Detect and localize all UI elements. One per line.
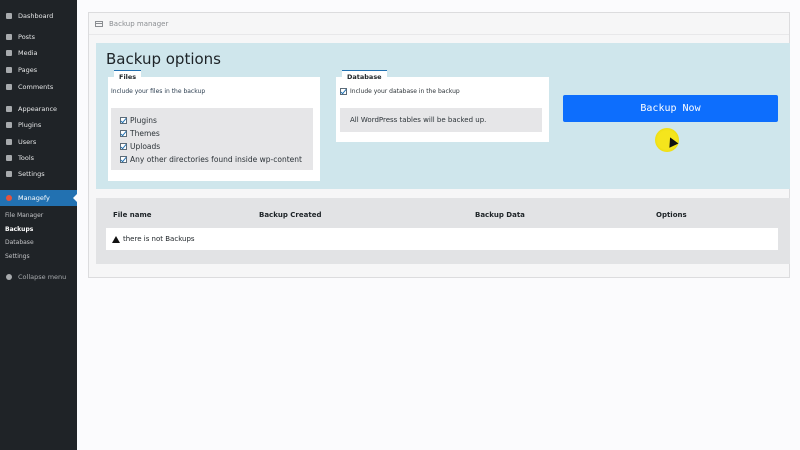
checkbox-label: Any other directories found inside wp-co…	[130, 155, 302, 164]
submenu-backups[interactable]: Backups	[5, 226, 33, 233]
pin-icon	[5, 33, 13, 41]
checkbox-label: Include your database in the backup	[350, 88, 460, 95]
empty-message: there is not Backups	[123, 235, 195, 243]
sidebar-item-media[interactable]: Media	[0, 45, 77, 61]
sidebar-item-dashboard[interactable]: Dashboard	[0, 8, 77, 24]
sidebar-item-label: Posts	[18, 33, 35, 41]
plugin-icon	[5, 121, 13, 129]
plugins-checkbox[interactable]: Plugins	[120, 116, 157, 125]
collapse-menu-label: Collapse menu	[18, 273, 67, 281]
other-directories-checkbox[interactable]: Any other directories found inside wp-co…	[120, 155, 302, 164]
checkbox-checked[interactable]	[120, 156, 127, 163]
admin-sidebar: Dashboard Posts Media Pages Comments App…	[0, 0, 77, 450]
checkbox-checked[interactable]	[340, 88, 347, 95]
managefy-icon	[5, 194, 13, 202]
column-header-backup-data: Backup Data	[475, 211, 525, 219]
backup-now-button[interactable]: Backup Now	[563, 95, 778, 122]
column-header-backup-created: Backup Created	[259, 211, 322, 219]
comments-icon	[5, 83, 13, 91]
database-box-title: Database	[342, 70, 387, 83]
sidebar-item-posts[interactable]: Posts	[0, 29, 77, 45]
users-icon	[5, 138, 13, 146]
window-icon	[95, 20, 103, 27]
sidebar-item-label: Users	[18, 138, 37, 146]
table-empty-row: there is not Backups	[106, 228, 778, 250]
sidebar-item-label: Media	[18, 49, 38, 57]
database-note: All WordPress tables will be backed up.	[340, 108, 542, 132]
settings-icon	[5, 170, 13, 178]
backup-options-title: Backup options	[106, 50, 221, 68]
files-box: Files Include your files in the backup P…	[108, 70, 320, 181]
sidebar-item-pages[interactable]: Pages	[0, 62, 77, 78]
pages-icon	[5, 66, 13, 74]
dashboard-icon	[5, 12, 13, 20]
uploads-checkbox[interactable]: Uploads	[120, 142, 160, 151]
checkbox-label: Themes	[130, 129, 160, 138]
card-header: Backup manager	[89, 13, 789, 35]
card-header-title: Backup manager	[109, 19, 169, 28]
collapse-menu-button[interactable]: Collapse menu	[0, 269, 77, 285]
checkbox-checked[interactable]	[120, 130, 127, 137]
sidebar-item-label: Dashboard	[18, 12, 54, 20]
sidebar-item-label: Appearance	[18, 105, 58, 113]
checkbox-label: Uploads	[130, 142, 161, 151]
column-header-options: Options	[656, 211, 687, 219]
submenu-file-manager[interactable]: File Manager	[5, 212, 43, 219]
checkbox-checked[interactable]	[120, 117, 127, 124]
sidebar-item-label: Managefy	[18, 194, 50, 202]
brush-icon	[5, 105, 13, 113]
sidebar-item-label: Settings	[18, 170, 45, 178]
sidebar-item-settings[interactable]: Settings	[0, 166, 77, 182]
column-header-file-name: File name	[113, 211, 152, 219]
database-include-checkbox[interactable]: Include your database in the backup	[340, 88, 460, 95]
sidebar-item-label: Plugins	[18, 121, 42, 129]
themes-checkbox[interactable]: Themes	[120, 129, 160, 138]
collapse-icon	[5, 273, 13, 281]
wrench-icon	[5, 154, 13, 162]
sidebar-item-plugins[interactable]: Plugins	[0, 117, 77, 133]
sidebar-item-managefy[interactable]: Managefy	[0, 190, 77, 206]
sidebar-item-comments[interactable]: Comments	[0, 79, 77, 95]
submenu-settings[interactable]: Settings	[5, 253, 30, 260]
checkbox-checked[interactable]	[120, 143, 127, 150]
sidebar-item-users[interactable]: Users	[0, 134, 77, 150]
files-box-title: Files	[114, 70, 142, 83]
checkbox-label: Plugins	[130, 116, 157, 125]
sidebar-item-appearance[interactable]: Appearance	[0, 101, 77, 117]
warning-icon	[112, 235, 120, 243]
media-icon	[5, 49, 13, 57]
sidebar-item-label: Comments	[18, 83, 54, 91]
sidebar-item-label: Pages	[18, 66, 38, 74]
sidebar-item-tools[interactable]: Tools	[0, 150, 77, 166]
database-box: Database Include your database in the ba…	[336, 70, 549, 142]
submenu-database[interactable]: Database	[5, 239, 34, 246]
sidebar-item-label: Tools	[18, 154, 35, 162]
files-include-label: Include your files in the backup	[111, 88, 206, 95]
